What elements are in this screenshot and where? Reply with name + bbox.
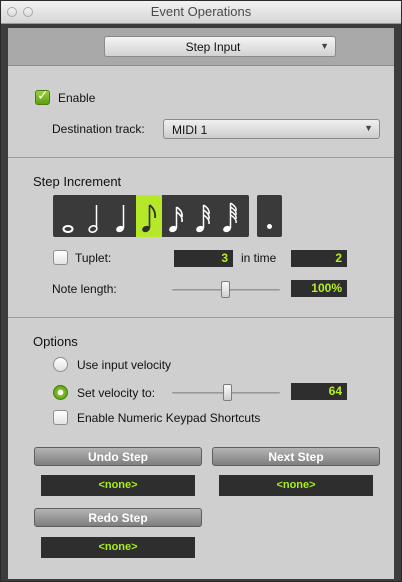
- in-time-label: in time: [241, 251, 277, 265]
- next-step-button[interactable]: Next Step: [212, 447, 380, 466]
- set-velocity-radio[interactable]: [53, 385, 68, 400]
- undo-step-button[interactable]: Undo Step: [34, 447, 202, 466]
- whole-note-icon: [62, 225, 74, 233]
- whole-note-button[interactable]: [55, 195, 81, 237]
- dotted-note-button[interactable]: [257, 195, 282, 237]
- chevron-down-icon: ▼: [320, 41, 329, 51]
- tuplet-checkbox[interactable]: [53, 250, 68, 265]
- use-input-velocity-radio[interactable]: [53, 357, 68, 372]
- chevron-down-icon: ▼: [364, 123, 373, 133]
- enable-checkbox[interactable]: [35, 88, 50, 105]
- sixty-fourth-note-button[interactable]: [217, 195, 243, 237]
- note-length-value-field[interactable]: 100%: [291, 280, 347, 297]
- in-time-value-field[interactable]: 2: [291, 250, 347, 267]
- section-divider: [8, 317, 394, 318]
- numeric-keypad-label: Enable Numeric Keypad Shortcuts: [77, 411, 261, 425]
- operation-selector[interactable]: Step Input ▼: [104, 36, 336, 57]
- eighth-note-icon: [142, 204, 157, 233]
- sixty-fourth-note-icon: [223, 202, 237, 233]
- destination-track-label: Destination track:: [52, 122, 145, 136]
- undo-step-display: <none>: [41, 475, 195, 496]
- redo-step-button[interactable]: Redo Step: [34, 508, 202, 527]
- set-velocity-label: Set velocity to:: [77, 386, 156, 400]
- quarter-note-button[interactable]: [109, 195, 135, 237]
- options-heading: Options: [33, 334, 78, 349]
- note-length-label: Note length:: [52, 282, 117, 296]
- velocity-value-field[interactable]: 64: [291, 383, 347, 400]
- thirty-second-note-button[interactable]: [190, 195, 216, 237]
- next-step-display: <none>: [219, 475, 373, 496]
- destination-track-value: MIDI 1: [172, 123, 208, 137]
- dot-icon: [267, 224, 272, 229]
- window-title: Event Operations: [150, 4, 252, 19]
- operation-row: Step Input ▼: [8, 28, 394, 66]
- half-note-button[interactable]: [82, 195, 108, 237]
- enable-label: Enable: [58, 91, 96, 105]
- sixteenth-note-button[interactable]: [163, 195, 189, 237]
- note-length-slider-thumb[interactable]: [221, 281, 230, 298]
- sixteenth-note-icon: [169, 206, 183, 233]
- main-panel: Step Input ▼ Enable Destination track: M…: [8, 28, 394, 579]
- half-note-icon: [88, 205, 98, 233]
- use-input-velocity-label: Use input velocity: [77, 358, 172, 372]
- event-operations-window: Event Operations Step Input ▼ Enable Des…: [0, 0, 402, 582]
- destination-track-select[interactable]: MIDI 1 ▼: [163, 119, 380, 139]
- redo-step-display: <none>: [41, 537, 195, 558]
- tuplet-label: Tuplet:: [75, 251, 112, 265]
- step-increment-heading: Step Increment: [33, 174, 122, 189]
- note-value-selector: [53, 195, 249, 237]
- section-divider: [8, 157, 394, 158]
- quarter-note-icon: [116, 205, 125, 233]
- thirty-second-note-icon: [196, 204, 210, 233]
- title-bar[interactable]: Event Operations: [1, 1, 401, 24]
- eighth-note-button[interactable]: [136, 195, 162, 237]
- operation-selector-value: Step Input: [185, 40, 241, 54]
- tuplet-value-field[interactable]: 3: [174, 250, 233, 267]
- velocity-slider-thumb[interactable]: [223, 384, 232, 401]
- numeric-keypad-checkbox[interactable]: [53, 410, 68, 425]
